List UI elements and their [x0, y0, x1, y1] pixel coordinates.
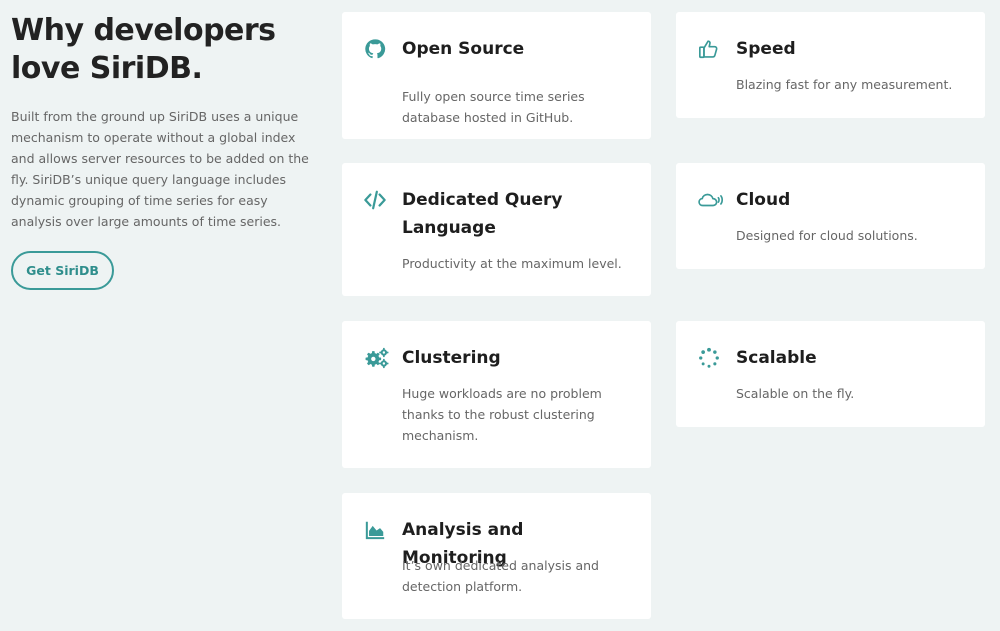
feature-card-cloud: Cloud Designed for cloud solutions. [676, 163, 985, 269]
feature-title: Dedicated Query Language [402, 190, 563, 238]
intro-section: Why developers love SiriDB. Built from t… [11, 12, 316, 232]
feature-card-scalable: Scalable Scalable on the fly. [676, 321, 985, 427]
feature-title: Clustering [402, 348, 501, 368]
feature-title: Cloud [736, 190, 791, 210]
page-title: Why developers love SiriDB. [11, 13, 276, 86]
feature-title: Scalable [736, 348, 817, 368]
feature-card-analysis-monitoring: Analysis and Monitoring It’s own dedicat… [342, 493, 651, 619]
feature-description: Huge workloads are no problem thanks to … [402, 386, 602, 443]
feature-card-clustering: Clustering Huge workloads are no problem… [342, 321, 651, 468]
spinner-icon [698, 347, 720, 369]
feature-title: Speed [736, 39, 796, 59]
intro-text: Built from the ground up SiriDB uses a u… [11, 109, 309, 229]
feature-description: Productivity at the maximum level. [402, 256, 622, 271]
github-icon [364, 38, 386, 60]
feature-description: It’s own dedicated analysis and detectio… [402, 558, 599, 594]
cogs-icon [364, 347, 389, 369]
feature-description: Designed for cloud solutions. [736, 228, 918, 243]
code-icon [364, 189, 386, 211]
feature-description: Fully open source time series database h… [402, 89, 585, 125]
feature-description: Scalable on the fly. [736, 386, 855, 401]
feature-card-open-source: Open Source Fully open source time serie… [342, 12, 651, 139]
get-siridb-button[interactable]: Get SiriDB [11, 251, 114, 290]
thumbs-up-icon [698, 38, 720, 60]
feature-title: Open Source [402, 39, 525, 59]
area-chart-icon [364, 519, 386, 541]
feature-card-speed: Speed Blazing fast for any measurement. [676, 12, 985, 118]
cloud-icon [698, 189, 724, 211]
feature-description: Blazing fast for any measurement. [736, 77, 953, 92]
feature-card-query-language: Dedicated Query Language Productivity at… [342, 163, 651, 296]
